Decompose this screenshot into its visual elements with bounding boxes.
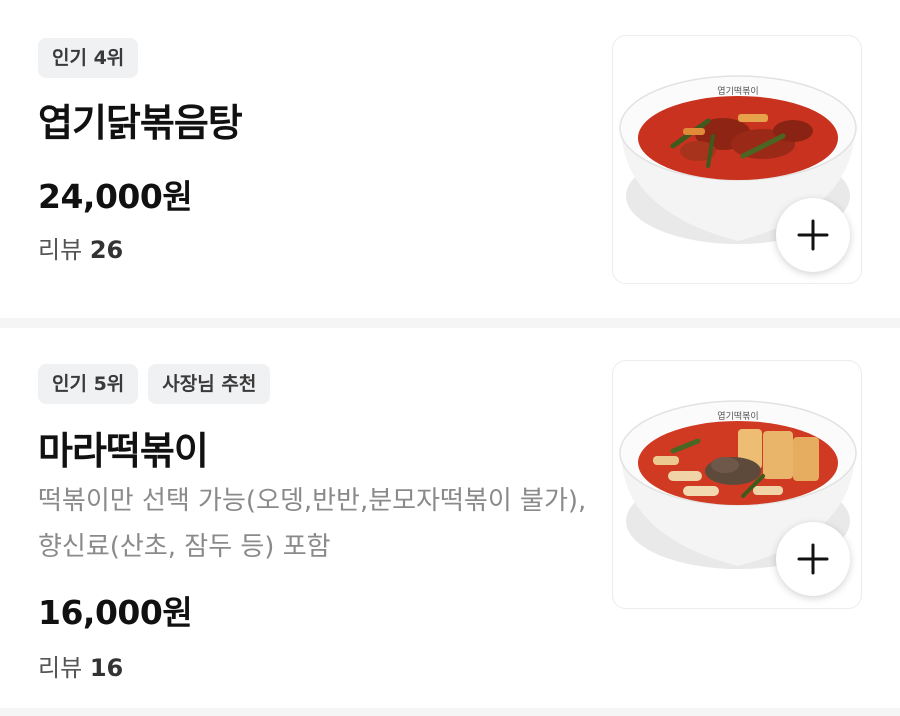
rank-badge: 인기 5위 (38, 364, 139, 404)
badge-list: 인기 5위 사장님 추천 (38, 364, 271, 404)
review-count: 리뷰 16 (38, 648, 123, 683)
menu-name: 마라떡볶이 (38, 429, 209, 473)
menu-name: 엽기닭볶음탕 (38, 101, 243, 145)
menu-description: 떡볶이만 선택 가능(오뎅,반반,분모자떡볶이 불가), 향신료(산초, 잠두 … (38, 486, 587, 562)
plus-icon (797, 219, 829, 251)
bowl-logo-text: 엽기떡볶이 (717, 411, 758, 422)
owner-pick-badge: 사장님 추천 (148, 364, 271, 404)
review-number: 16 (89, 654, 124, 682)
bowl-logo-text: 엽기떡볶이 (717, 86, 758, 97)
menu-price: 24,000원 (38, 177, 193, 216)
menu-item[interactable]: 인기 4위 엽기닭볶음탕 24,000원 리뷰 26 엽기떡볶이 (0, 0, 900, 318)
badge-list: 인기 4위 (38, 38, 139, 78)
review-label: 리뷰 (38, 236, 83, 264)
add-to-cart-button[interactable] (776, 198, 850, 272)
section-divider (0, 318, 900, 328)
add-to-cart-button[interactable] (776, 522, 850, 596)
section-divider (0, 708, 900, 716)
review-number: 26 (89, 236, 124, 264)
review-label: 리뷰 (38, 654, 83, 682)
menu-price: 16,000원 (38, 593, 193, 632)
plus-icon (797, 543, 829, 575)
menu-item[interactable]: 인기 5위 사장님 추천 마라떡볶이 떡볶이만 선택 가능(오뎅,반반,분모자떡… (0, 328, 900, 708)
review-count: 리뷰 26 (38, 230, 123, 265)
rank-badge: 인기 4위 (38, 38, 139, 78)
